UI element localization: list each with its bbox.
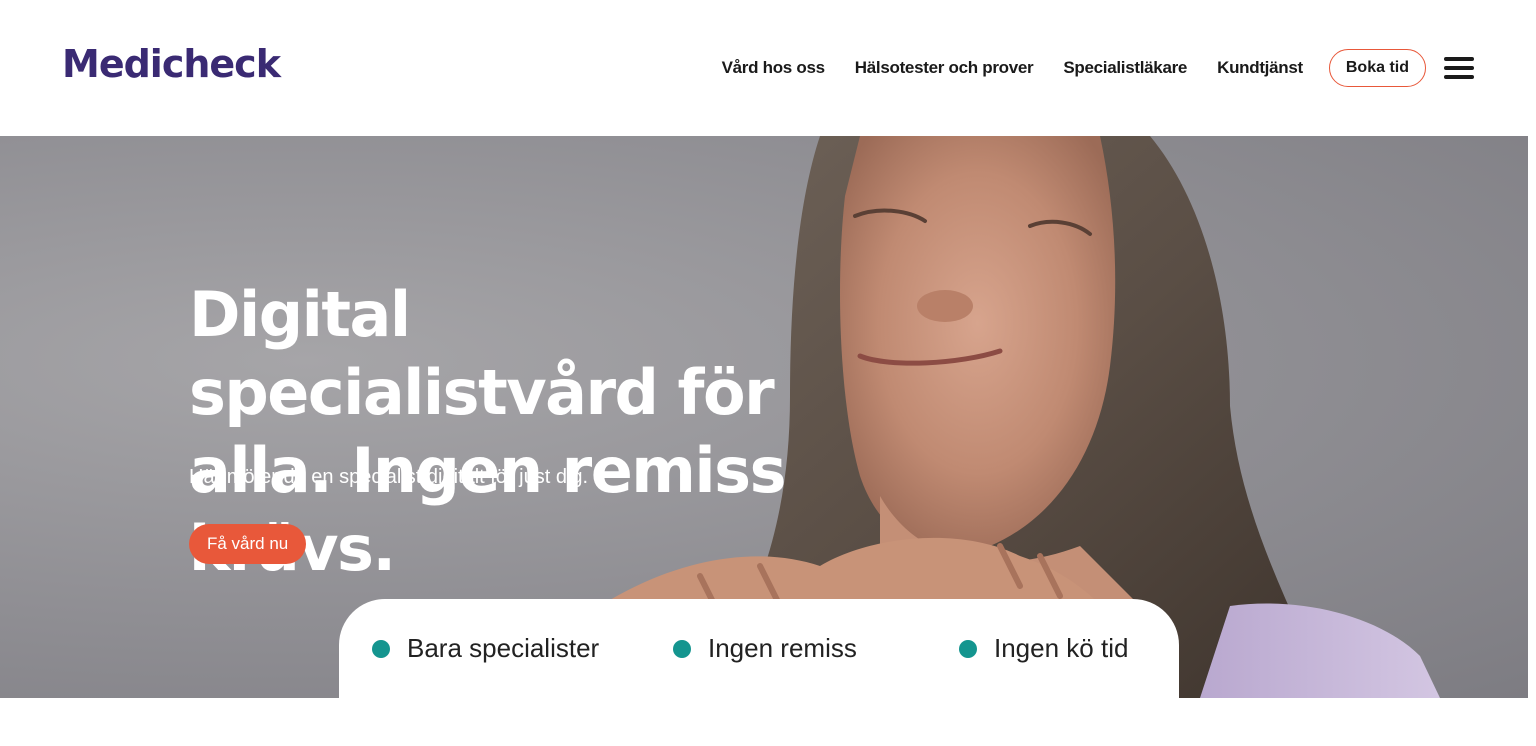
usp-item: Ingen remiss	[673, 633, 857, 664]
hamburger-icon[interactable]	[1444, 57, 1474, 79]
hero-section: Digital specialistvård för alla. Ingen r…	[0, 136, 1528, 698]
get-care-button[interactable]: Få vård nu	[189, 524, 307, 564]
nav-link-customer-service[interactable]: Kundtjänst	[1217, 58, 1303, 78]
nav-link-care[interactable]: Vård hos oss	[722, 58, 825, 78]
hero-subtitle: Här möter du en specialist digitalt för …	[189, 466, 589, 488]
site-header: Medicheck Vård hos oss Hälsotester och p…	[0, 0, 1536, 136]
book-appointment-button[interactable]: Boka tid	[1328, 49, 1426, 87]
usp-label: Ingen remiss	[708, 633, 857, 663]
nav-link-specialists[interactable]: Specialistläkare	[1063, 58, 1187, 78]
main-nav: Vård hos oss Hälsotester och prover Spec…	[722, 48, 1474, 88]
bullet-dot-icon	[372, 639, 390, 658]
usp-item: Ingen kö tid	[959, 633, 1128, 664]
logo[interactable]: Medicheck	[62, 42, 281, 86]
bullet-dot-icon	[673, 639, 691, 658]
usp-item: Bara specialister	[372, 633, 599, 664]
usp-label: Ingen kö tid	[994, 633, 1129, 663]
usp-label: Bara specialister	[407, 633, 600, 663]
usp-card: Bara specialister Ingen remiss Ingen kö …	[339, 599, 1179, 698]
nav-link-health-tests[interactable]: Hälsotester och prover	[855, 58, 1034, 78]
bullet-dot-icon	[959, 639, 977, 658]
